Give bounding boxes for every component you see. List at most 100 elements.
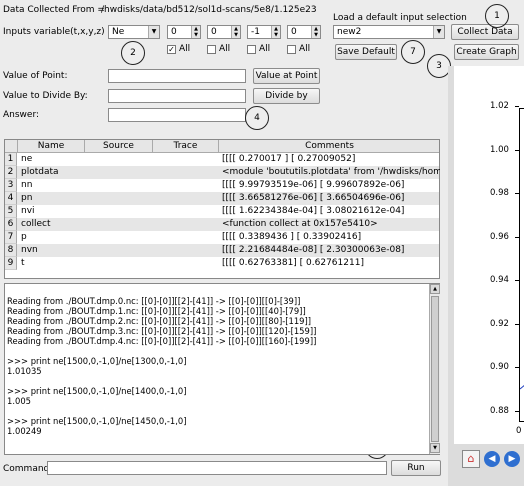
run-button[interactable]: Run bbox=[391, 460, 441, 476]
all-label: All bbox=[299, 44, 311, 54]
value-of-point-label: Value of Point: bbox=[3, 71, 68, 81]
table-row[interactable]: 2 plotdata <module 'boututils.plotdata' fr… bbox=[5, 166, 440, 179]
checkbox-checked-icon: ✓ bbox=[167, 44, 176, 54]
cell-comments[interactable]: [[[[ 0.3389436 ] [ 0.33902416] bbox=[219, 231, 440, 244]
row-number: 5 bbox=[5, 205, 17, 218]
annotation-1: 1 bbox=[485, 4, 509, 28]
console-scrollbar[interactable]: ▲ ▼ bbox=[429, 284, 440, 454]
cell-name[interactable]: ne bbox=[18, 153, 85, 166]
cell-name[interactable]: pn bbox=[18, 192, 85, 205]
spin-arrows-icon[interactable]: ▲ ▼ bbox=[311, 26, 320, 38]
spin-arrows-icon[interactable]: ▲ ▼ bbox=[191, 26, 200, 38]
cell-source[interactable] bbox=[85, 166, 153, 179]
cell-name[interactable]: nvn bbox=[18, 244, 85, 257]
cell-source[interactable] bbox=[85, 153, 153, 166]
y-tick-label: 1.00 bbox=[490, 144, 509, 155]
annotation-4: 4 bbox=[245, 106, 269, 130]
cell-name[interactable]: t bbox=[18, 257, 85, 270]
value-to-divide-input[interactable] bbox=[108, 89, 246, 103]
cell-source[interactable] bbox=[85, 257, 153, 270]
cell-trace[interactable] bbox=[153, 166, 219, 179]
checkbox-icon bbox=[287, 44, 296, 54]
home-button[interactable]: ⌂ bbox=[462, 450, 480, 468]
cell-comments[interactable]: [[[[ 0.270017 ] [ 0.27009052] bbox=[219, 153, 440, 166]
cell-comments[interactable]: [[[[ 3.66581276e-06] [ 3.66504696e-06] bbox=[219, 192, 440, 205]
cell-comments[interactable]: [[[[ 1.62234384e-04] [ 3.08021612e-04] bbox=[219, 205, 440, 218]
cell-trace[interactable] bbox=[153, 218, 219, 231]
column-header-name[interactable]: Name bbox=[18, 140, 85, 153]
cell-trace[interactable] bbox=[153, 231, 219, 244]
divide-by-button[interactable]: Divide by bbox=[253, 88, 320, 104]
column-header-trace[interactable]: Trace bbox=[153, 140, 219, 153]
graph-canvas: 1.02 1.00 0.98 0.96 0.94 0.92 0.90 0.88 0 bbox=[454, 66, 524, 444]
cell-name[interactable]: collect bbox=[18, 218, 85, 231]
cell-comments[interactable]: [[[[ 2.21684484e-08] [ 2.30300063e-08] bbox=[219, 244, 440, 257]
default-selection-select[interactable]: new2 ▼ bbox=[333, 25, 445, 39]
row-number: 3 bbox=[5, 179, 17, 192]
checkbox-icon bbox=[207, 44, 216, 54]
cell-name[interactable]: p bbox=[18, 231, 85, 244]
save-default-button[interactable]: Save Default bbox=[335, 44, 397, 60]
table-row[interactable]: 7 p [[[[ 0.3389436 ] [ 0.33902416] bbox=[5, 231, 439, 244]
scroll-up-icon[interactable]: ▲ bbox=[430, 284, 440, 294]
spin-y[interactable]: -1 ▲ ▼ bbox=[247, 25, 281, 39]
cell-trace[interactable] bbox=[153, 244, 219, 257]
all-label: All bbox=[219, 44, 231, 54]
cell-comments[interactable]: [[[[ 9.99793519e-06] [ 9.99607892e-06] bbox=[219, 179, 440, 192]
value-of-point-input[interactable] bbox=[108, 69, 246, 83]
collect-data-button[interactable]: Collect Data bbox=[451, 24, 519, 40]
cell-trace[interactable] bbox=[153, 153, 219, 166]
cell-source[interactable] bbox=[85, 244, 153, 257]
create-graph-button[interactable]: Create Graph bbox=[454, 44, 519, 60]
cell-source[interactable] bbox=[85, 192, 153, 205]
table-row[interactable]: 5 nvi [[[[ 1.62234384e-04] [ 3.08021612e-0… bbox=[5, 205, 439, 218]
spin-z[interactable]: 0 ▲ ▼ bbox=[287, 25, 321, 39]
console-output[interactable]: Reading from ./BOUT.dmp.0.nc: [[0]-[0]][… bbox=[4, 283, 440, 455]
table-row[interactable]: 4 pn [[[[ 3.66581276e-06] [ 3.66504696e-06… bbox=[5, 192, 439, 205]
cell-comments[interactable]: <function collect at 0x157e5410> bbox=[219, 218, 440, 231]
all-checkbox-z[interactable]: All bbox=[287, 44, 310, 54]
chevron-down-icon: ▼ bbox=[433, 26, 444, 38]
all-checkbox-y[interactable]: All bbox=[247, 44, 270, 54]
cell-comments[interactable]: <module 'boututils.plotdata' from '/hwdi… bbox=[219, 166, 440, 179]
column-header-source[interactable]: Source bbox=[85, 140, 153, 153]
cell-source[interactable] bbox=[85, 179, 153, 192]
all-checkbox-x[interactable]: All bbox=[207, 44, 230, 54]
cell-name[interactable]: plotdata bbox=[18, 166, 85, 179]
cell-name[interactable]: nn bbox=[18, 179, 85, 192]
cell-comments[interactable]: [[[[ 0.62763381] [ 0.62761211] bbox=[219, 257, 440, 270]
column-header-comments[interactable]: Comments bbox=[219, 140, 440, 153]
spin-x[interactable]: 0 ▲ ▼ bbox=[207, 25, 241, 39]
spin-arrows-icon[interactable]: ▲ ▼ bbox=[271, 26, 280, 38]
table-row[interactable]: 9 t [[[[ 0.62763381] [ 0.62761211] bbox=[5, 257, 439, 270]
variable-select[interactable]: Ne ▼ bbox=[108, 25, 160, 39]
table-row[interactable]: 3 nn [[[[ 9.99793519e-06] [ 9.99607892e-06… bbox=[5, 179, 439, 192]
cell-trace[interactable] bbox=[153, 192, 219, 205]
value-at-point-button[interactable]: Value at Point bbox=[253, 68, 320, 84]
cell-source[interactable] bbox=[85, 205, 153, 218]
all-checkbox-t[interactable]: ✓ All bbox=[167, 44, 190, 54]
forward-arrow-icon[interactable]: ▶ bbox=[504, 451, 520, 467]
scroll-thumb[interactable] bbox=[431, 296, 439, 442]
spin-arrows-icon[interactable]: ▲ ▼ bbox=[231, 26, 240, 38]
chevron-down-icon: ▼ bbox=[148, 26, 159, 38]
cell-trace[interactable] bbox=[153, 205, 219, 218]
cell-trace[interactable] bbox=[153, 257, 219, 270]
cell-source[interactable] bbox=[85, 218, 153, 231]
cell-source[interactable] bbox=[85, 231, 153, 244]
table-row[interactable]: 1 ne [[[[ 0.270017 ] [ 0.27009052] bbox=[5, 153, 439, 166]
back-arrow-icon[interactable]: ◀ bbox=[484, 451, 500, 467]
spin-t[interactable]: 0 ▲ ▼ bbox=[167, 25, 201, 39]
all-label: All bbox=[259, 44, 271, 54]
table-row[interactable]: 8 nvn [[[[ 2.21684484e-08] [ 2.30300063e-0… bbox=[5, 244, 439, 257]
command-input[interactable] bbox=[47, 461, 387, 475]
home-icon: ⌂ bbox=[467, 452, 475, 465]
table-row[interactable]: 6 collect <function collect at 0x157e5410> bbox=[5, 218, 439, 231]
scroll-down-icon[interactable]: ▼ bbox=[430, 443, 440, 453]
spin-y-value: -1 bbox=[251, 27, 260, 37]
cell-trace[interactable] bbox=[153, 179, 219, 192]
data-collected-label: Data Collected From = bbox=[3, 5, 105, 15]
cell-name[interactable]: nvi bbox=[18, 205, 85, 218]
annotation-7: 7 bbox=[401, 40, 425, 64]
